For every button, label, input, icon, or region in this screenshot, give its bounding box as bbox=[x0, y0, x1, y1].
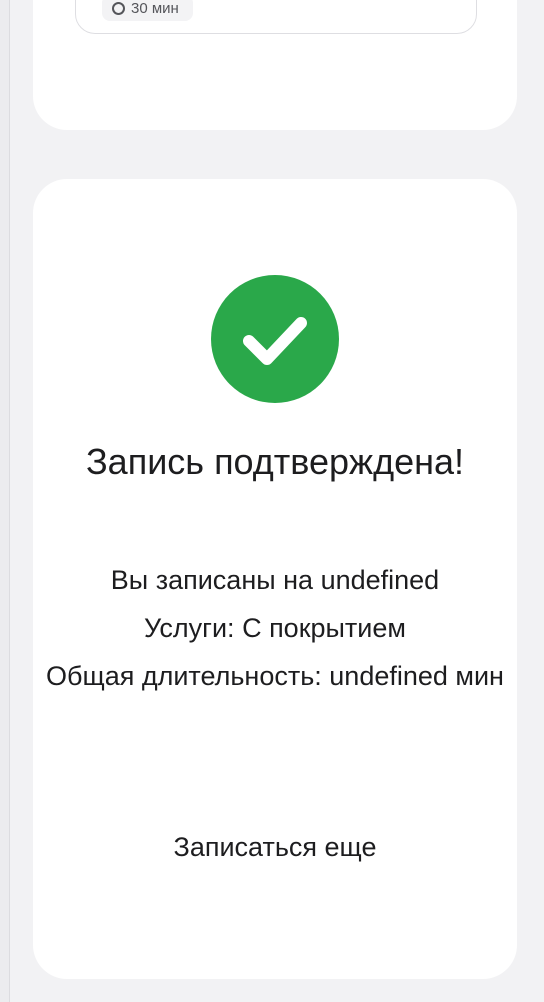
duration-chip: 30 мин bbox=[102, 0, 193, 21]
previous-booking-card: 30 мин bbox=[33, 0, 517, 130]
page-left-edge bbox=[0, 0, 10, 1002]
confirmation-title: Запись подтверждена! bbox=[85, 441, 465, 482]
check-circle-icon bbox=[211, 275, 339, 403]
checkmark-icon bbox=[243, 317, 307, 365]
booked-for-text: Вы записаны на undefined bbox=[110, 565, 440, 595]
book-again-button[interactable]: Записаться еще bbox=[125, 823, 425, 871]
services-text: Услуги: С покрытием bbox=[144, 613, 406, 643]
selected-service-item: 30 мин bbox=[75, 0, 477, 34]
duration-chip-label: 30 мин bbox=[131, 0, 179, 17]
total-duration-text: Общая длительность: undefined мин bbox=[46, 661, 504, 691]
confirmation-details: Вы записаны на undefined Услуги: С покры… bbox=[33, 556, 517, 700]
clock-icon bbox=[112, 1, 125, 15]
booking-confirmation-card: Запись подтверждена! Вы записаны на unde… bbox=[33, 179, 517, 979]
